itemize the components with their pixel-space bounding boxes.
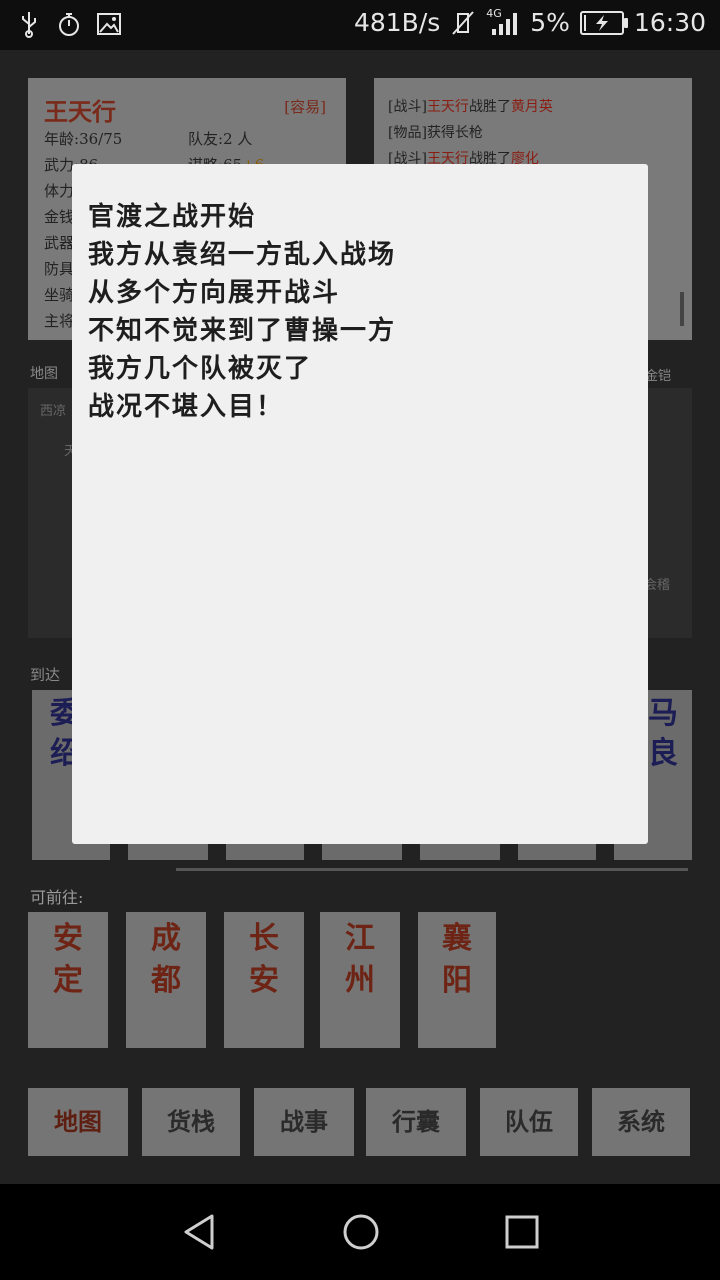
age-label: 年龄: [44,130,80,148]
log-text: 战胜了 [468,99,511,115]
destination-char: 阳 [442,963,472,998]
navigation-bar [0,1184,720,1280]
team-label: 队友: [188,130,224,148]
clock: 16:30 [633,8,706,37]
destination-char: 襄 [442,921,472,956]
destination-char: 州 [345,963,375,998]
stat-row-label: 坐骑 [44,286,75,304]
team-value: 2 人 [223,130,253,148]
destination-button[interactable]: 襄 阳 [418,912,496,1048]
destination-button[interactable]: 安 定 [28,912,108,1048]
vibrate-off-icon [450,9,476,37]
map-place[interactable]: 西凉 [40,400,66,419]
destination-button[interactable]: 成 都 [126,912,206,1048]
stat-row-label: 体力 [44,182,75,200]
destination-char: 长 [249,921,279,956]
log-text: 获得长枪 [426,125,483,141]
arrive-card-text: 马 [648,696,678,731]
dialog-line: 我方从袁绍一方乱入战场 [88,240,397,270]
destination-char: 安 [53,921,83,956]
log-target: 黄月英 [510,99,553,115]
menu-button-battle[interactable]: 战事 [254,1088,354,1156]
log-tag: [物品] [388,125,427,141]
home-icon[interactable] [341,1212,381,1252]
dialog-line: 从多个方向展开战斗 [88,278,341,308]
menu-button-team[interactable]: 队伍 [480,1088,578,1156]
stopwatch-icon [56,10,82,38]
back-icon[interactable] [180,1212,220,1252]
battery-icon [579,10,628,35]
age-stat: 年龄:36/75 [44,128,122,149]
log-actor: 王天行 [426,99,469,115]
difficulty-badge: [容易] [284,98,326,116]
network-type: 4G [486,6,502,20]
log-scrollbar[interactable] [680,292,684,326]
hero-name: 王天行 [44,97,116,126]
story-dialog[interactable]: 官渡之战开始 我方从袁绍一方乱入战场 从多个方向展开战斗 不知不觉来到了曹操一方… [72,164,648,844]
stat-row-label: 金钱 [44,208,75,226]
image-icon [96,10,122,38]
destination-button[interactable]: 长 安 [224,912,304,1048]
dialog-line: 战况不堪入目！ [88,392,285,422]
destinations-label: 可前往: [30,888,84,907]
destination-char: 安 [249,963,279,998]
log-line: [战斗]王天行战胜了黄月英 [388,96,553,116]
usb-icon [16,10,42,38]
menu-button-bag[interactable]: 行囊 [366,1088,466,1156]
log-line: [物品]获得长枪 [388,122,483,142]
map-section-label: 地图 [30,366,58,382]
signal-icon: 4G [486,6,520,37]
status-bar: 481B/s 4G 5% 16:30 [0,0,720,50]
menu-button-shop[interactable]: 货栈 [142,1088,240,1156]
destination-char: 江 [345,921,375,956]
destination-button[interactable]: 江 州 [320,912,400,1048]
log-tag: [战斗] [388,99,427,115]
status-right-icons: 481B/s 4G 5% 16:30 [353,6,706,38]
dialog-line: 不知不觉来到了曹操一方 [88,316,397,346]
dialog-line: 我方几个队被灭了 [88,354,313,384]
arrive-scrollbar[interactable] [176,868,688,871]
network-speed: 481B/s [353,8,441,37]
destination-char: 都 [151,963,181,998]
recents-icon[interactable] [502,1212,542,1252]
arrive-card-text: 良 [648,736,678,771]
stat-row-label: 主将 [44,312,75,330]
status-left-icons [16,10,122,38]
destination-char: 成 [151,921,181,956]
arrive-section-label: 到达 [30,666,61,684]
destination-char: 定 [53,963,83,998]
stat-row-label: 武器 [44,234,75,252]
battery-percent: 5% [530,8,570,37]
menu-button-map[interactable]: 地图 [28,1088,128,1156]
team-stat: 队友:2 人 [188,128,252,149]
dialog-line: 官渡之战开始 [88,202,257,232]
age-value: 36/75 [79,130,123,148]
map-corner-label: 金铠 [645,369,672,384]
menu-button-system[interactable]: 系统 [592,1088,690,1156]
stat-row-label: 防具 [44,260,75,278]
